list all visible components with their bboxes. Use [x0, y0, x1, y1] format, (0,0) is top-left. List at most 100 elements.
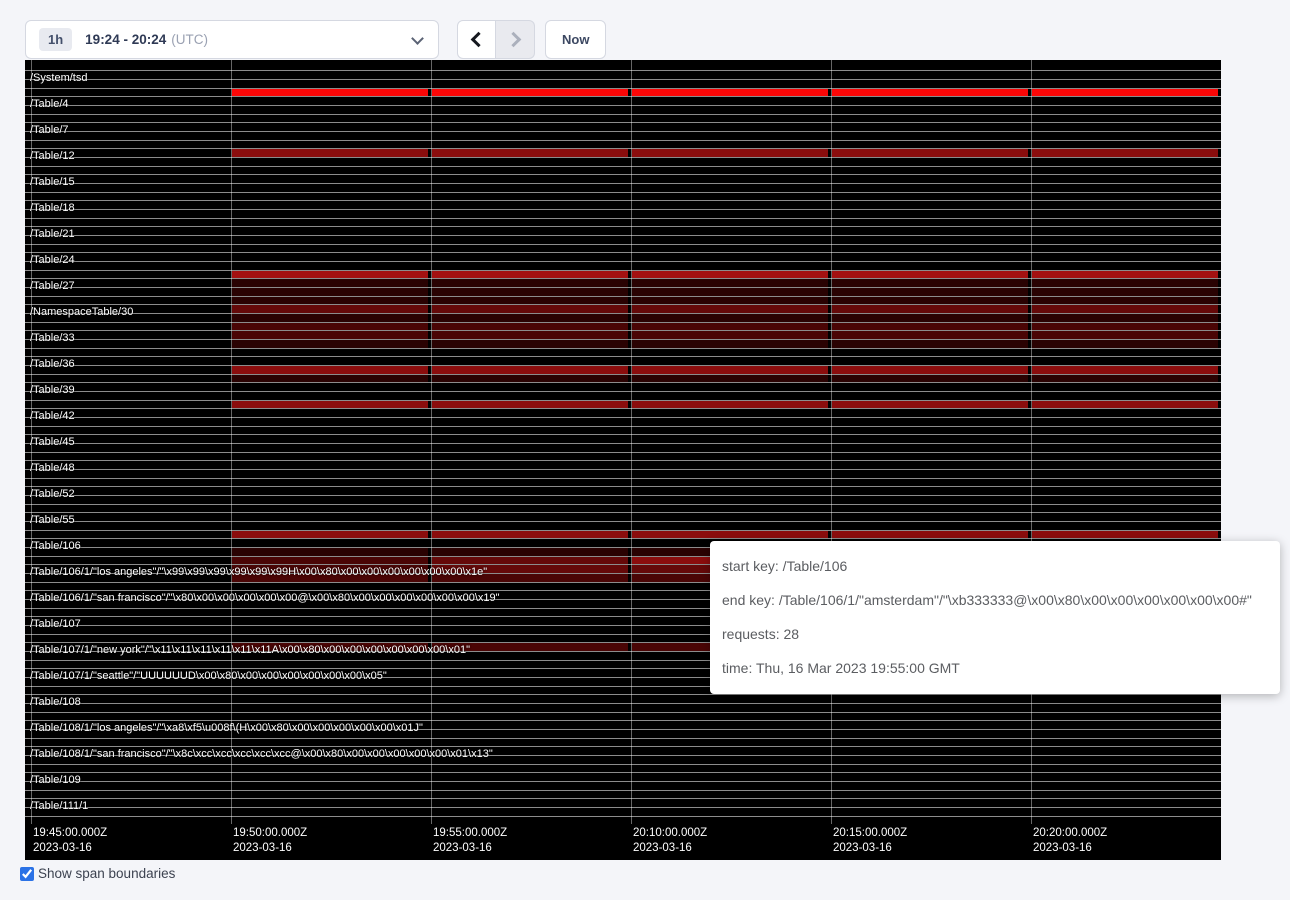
heatmap-band[interactable] — [1032, 366, 1218, 374]
heatmap-band[interactable] — [832, 288, 1028, 296]
heatmap-band[interactable] — [1032, 271, 1218, 278]
heatmap-band[interactable] — [232, 288, 428, 296]
heatmap-band[interactable] — [232, 340, 428, 348]
tooltip-end-key: end key: /Table/106/1/"amsterdam"/"\xb33… — [722, 583, 1268, 617]
heatmap-band[interactable] — [632, 89, 828, 96]
heatmap-band[interactable] — [832, 297, 1028, 304]
heatmap-band[interactable] — [832, 314, 1028, 322]
heatmap-band[interactable] — [232, 331, 428, 339]
heatmap-subrow — [25, 348, 1221, 356]
heatmap-band[interactable] — [432, 323, 628, 330]
heatmap-band[interactable] — [432, 89, 628, 96]
heatmap-band[interactable] — [632, 271, 828, 278]
heatmap-band[interactable] — [832, 305, 1028, 313]
heatmap-band[interactable] — [232, 548, 428, 556]
heatmap-band[interactable] — [432, 548, 628, 556]
heatmap-band[interactable] — [232, 375, 428, 382]
heatmap-band[interactable] — [832, 323, 1028, 330]
heatmap-band[interactable] — [632, 297, 828, 304]
heatmap-band[interactable] — [432, 531, 628, 538]
heatmap-band[interactable] — [432, 279, 628, 287]
heatmap-band[interactable] — [632, 323, 828, 330]
heatmap-subrow: /Table/21 — [25, 226, 1221, 235]
heatmap-subrow — [25, 738, 1221, 746]
heatmap-band[interactable] — [232, 401, 428, 408]
heatmap-band[interactable] — [632, 531, 828, 538]
heatmap-band[interactable] — [432, 557, 628, 564]
heatmap-band[interactable] — [632, 279, 828, 287]
heatmap-band[interactable] — [432, 305, 628, 313]
heatmap-band[interactable] — [632, 375, 828, 382]
heatmap-band[interactable] — [432, 288, 628, 296]
heatmap-band[interactable] — [232, 271, 428, 278]
heatmap-band[interactable] — [832, 89, 1028, 96]
heatmap-band[interactable] — [632, 149, 828, 157]
heatmap-band[interactable] — [232, 314, 428, 322]
heatmap-band[interactable] — [432, 271, 628, 278]
heatmap-band[interactable] — [1032, 279, 1218, 287]
heatmap-band[interactable] — [1032, 375, 1218, 382]
show-span-boundaries-checkbox[interactable] — [20, 867, 34, 881]
heatmap-band[interactable] — [832, 331, 1028, 339]
span-label: /System/tsd — [30, 72, 87, 84]
heatmap-band[interactable] — [232, 531, 428, 538]
heatmap-band[interactable] — [832, 149, 1028, 157]
time-range-selector[interactable]: 1h 19:24 - 20:24 (UTC) — [25, 20, 439, 59]
heatmap-band[interactable] — [1032, 340, 1218, 348]
prev-time-button[interactable] — [457, 20, 496, 59]
heatmap-band[interactable] — [1032, 297, 1218, 304]
heatmap-band[interactable] — [432, 375, 628, 382]
next-time-button[interactable] — [496, 20, 535, 59]
heatmap-band[interactable] — [1032, 288, 1218, 296]
heatmap-band[interactable] — [232, 89, 428, 96]
heatmap-band[interactable] — [232, 557, 428, 564]
heatmap-band[interactable] — [232, 305, 428, 313]
heatmap-subrow — [25, 712, 1221, 720]
heatmap-band[interactable] — [832, 531, 1028, 538]
heatmap-band[interactable] — [232, 323, 428, 330]
heatmap-band[interactable] — [432, 297, 628, 304]
heatmap-band[interactable] — [832, 340, 1028, 348]
heatmap-subrow: /Table/52 — [25, 486, 1221, 495]
x-axis-tick-label: 19:45:00.000Z2023-03-16 — [33, 826, 107, 856]
heatmap-grid[interactable]: /System/tsd/Table/4/Table/7/Table/12/Tab… — [25, 60, 1221, 824]
heatmap-band[interactable] — [632, 366, 828, 374]
show-span-boundaries-label[interactable]: Show span boundaries — [38, 866, 175, 881]
heatmap-band[interactable] — [1032, 305, 1218, 313]
heatmap-band[interactable] — [432, 401, 628, 408]
heatmap-band[interactable] — [1032, 401, 1218, 408]
heatmap-band[interactable] — [432, 366, 628, 374]
heatmap-band[interactable] — [1032, 149, 1218, 157]
heatmap-band[interactable] — [232, 149, 428, 157]
heatmap-band[interactable] — [632, 340, 828, 348]
heatmap-band[interactable] — [832, 279, 1028, 287]
toolbar: 1h 19:24 - 20:24 (UTC) Now — [0, 0, 1290, 60]
key-visualizer-canvas[interactable]: /System/tsd/Table/4/Table/7/Table/12/Tab… — [25, 60, 1221, 860]
span-label: /Table/55 — [30, 514, 75, 526]
heatmap-band[interactable] — [1032, 531, 1218, 538]
heatmap-subrow — [25, 816, 1221, 824]
heatmap-band[interactable] — [1032, 89, 1218, 96]
heatmap-band[interactable] — [832, 271, 1028, 278]
heatmap-band[interactable] — [432, 314, 628, 322]
heatmap-band[interactable] — [632, 314, 828, 322]
tooltip-requests: requests: 28 — [722, 617, 1268, 651]
heatmap-band[interactable] — [632, 305, 828, 313]
now-button[interactable]: Now — [545, 20, 606, 59]
heatmap-band[interactable] — [632, 401, 828, 408]
heatmap-band[interactable] — [832, 366, 1028, 374]
heatmap-band[interactable] — [632, 331, 828, 339]
heatmap-band[interactable] — [432, 331, 628, 339]
heatmap-band[interactable] — [232, 279, 428, 287]
heatmap-band[interactable] — [232, 297, 428, 304]
heatmap-band[interactable] — [832, 401, 1028, 408]
heatmap-band[interactable] — [232, 366, 428, 374]
heatmap-band[interactable] — [1032, 323, 1218, 330]
heatmap-band[interactable] — [832, 375, 1028, 382]
heatmap-band[interactable] — [432, 340, 628, 348]
heatmap-subrow — [25, 521, 1221, 530]
heatmap-band[interactable] — [432, 149, 628, 157]
heatmap-band[interactable] — [1032, 331, 1218, 339]
heatmap-band[interactable] — [632, 288, 828, 296]
heatmap-band[interactable] — [1032, 314, 1218, 322]
